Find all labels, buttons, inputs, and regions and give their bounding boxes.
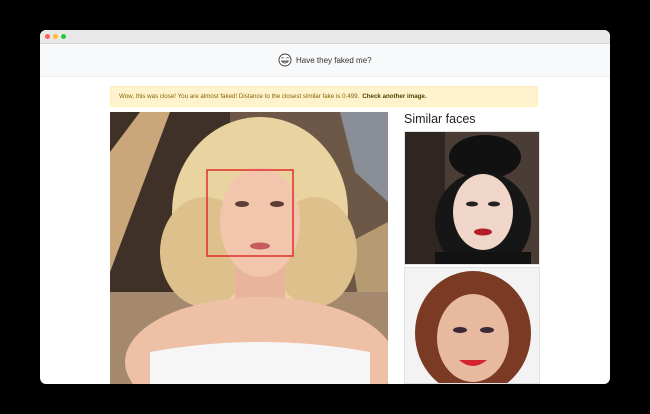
alert-message: Wow, this was close! You are almost fake… xyxy=(119,93,360,100)
result-alert: Wow, this was close! You are almost fake… xyxy=(110,86,538,107)
minimize-window-button[interactable] xyxy=(53,34,58,39)
uploaded-photo xyxy=(110,112,388,384)
brand-text: Have they faked me? xyxy=(296,55,372,65)
close-window-button[interactable] xyxy=(45,34,50,39)
troll-face-icon xyxy=(278,53,292,67)
similar-faces-title: Similar faces xyxy=(404,112,476,126)
check-another-image-link[interactable]: Check another image. xyxy=(362,93,426,100)
similar-face-thumbnail[interactable] xyxy=(404,267,540,384)
navbar: Have they faked me? xyxy=(40,44,610,77)
brand-link[interactable]: Have they faked me? xyxy=(278,52,372,68)
browser-window: Have they faked me? Wow, this was close!… xyxy=(40,30,610,384)
similar-face-thumbnail[interactable] xyxy=(404,131,540,265)
window-titlebar xyxy=(40,30,610,44)
maximize-window-button[interactable] xyxy=(61,34,66,39)
